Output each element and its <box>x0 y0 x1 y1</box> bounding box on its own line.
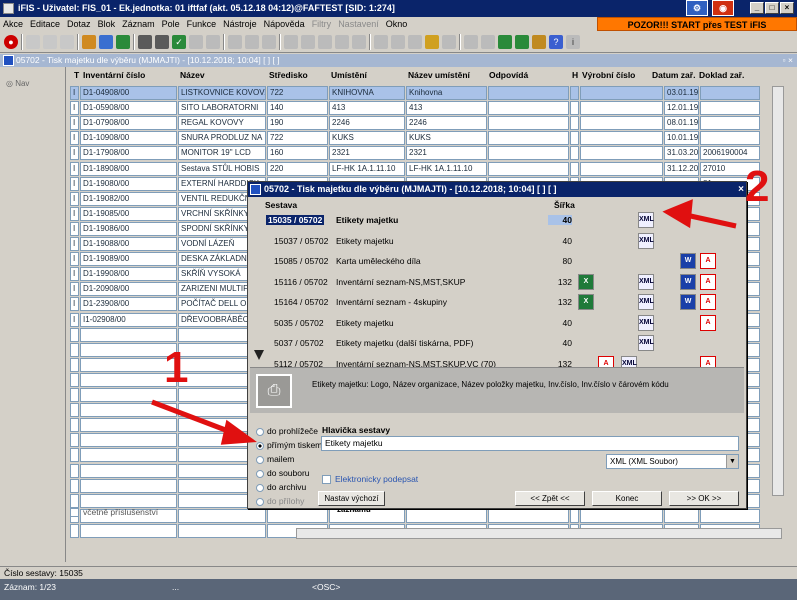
annotation-arrowhead-two <box>662 199 693 229</box>
status-osc: <OSC> <box>312 582 341 592</box>
annotation-arrows <box>151 199 737 445</box>
annotation-arrow-one <box>151 399 237 437</box>
status-report-number: Číslo sestavy: 15035 <box>0 566 797 578</box>
annotation-arrow-two <box>685 212 737 229</box>
status-bar: Záznam: 1/23 ... <OSC> <box>0 579 797 600</box>
status-record: Záznam: 1/23 <box>4 582 56 592</box>
status-dots: ... <box>172 582 180 592</box>
annotation-arrowhead-one <box>220 419 257 445</box>
